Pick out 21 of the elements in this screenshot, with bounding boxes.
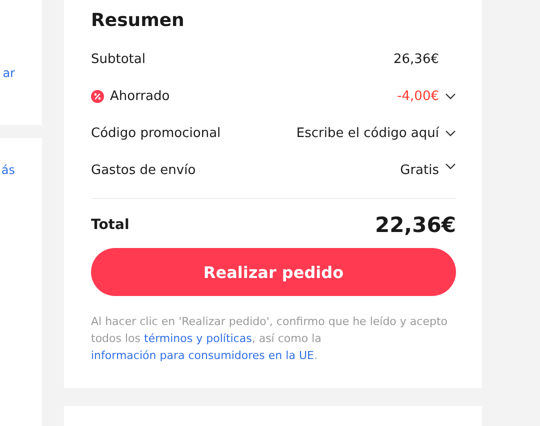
policy-link[interactable]: información para consumidores en la UE: [91, 349, 314, 362]
promo-code-field[interactable]: Escribe el código aquí: [296, 126, 439, 141]
link[interactable]: ás: [1, 163, 15, 177]
row-label: Subtotal: [91, 52, 146, 67]
total-amount: 22,36€: [374, 213, 456, 237]
policy-link[interactable]: términos y políticas: [144, 332, 252, 345]
chevron-down-icon[interactable]: [445, 162, 456, 170]
chevron-down-icon[interactable]: [445, 93, 456, 100]
row-label: Ahorrado: [110, 89, 170, 104]
row-value: Gratis: [400, 163, 439, 178]
row-label: Gastos de envío: [91, 163, 196, 178]
place-order-button[interactable]: Realizar pedido: [91, 248, 456, 296]
discount-badge-icon: [91, 90, 104, 103]
row-label: Código promocional: [91, 126, 221, 141]
total-label: Total: [91, 217, 130, 233]
row-value: 26,36€: [394, 52, 439, 67]
link[interactable]: ar: [2, 66, 15, 80]
chevron-down-icon[interactable]: [445, 130, 456, 137]
disclaimer-text: Al hacer clic en 'Realizar pedido', confirmo que he leído y acepto todos los términos y políticas, así como la información para consumidores en la UE.: [91, 314, 448, 364]
summary-title: Resumen: [91, 10, 184, 31]
row-value: -4,00€: [397, 89, 439, 104]
